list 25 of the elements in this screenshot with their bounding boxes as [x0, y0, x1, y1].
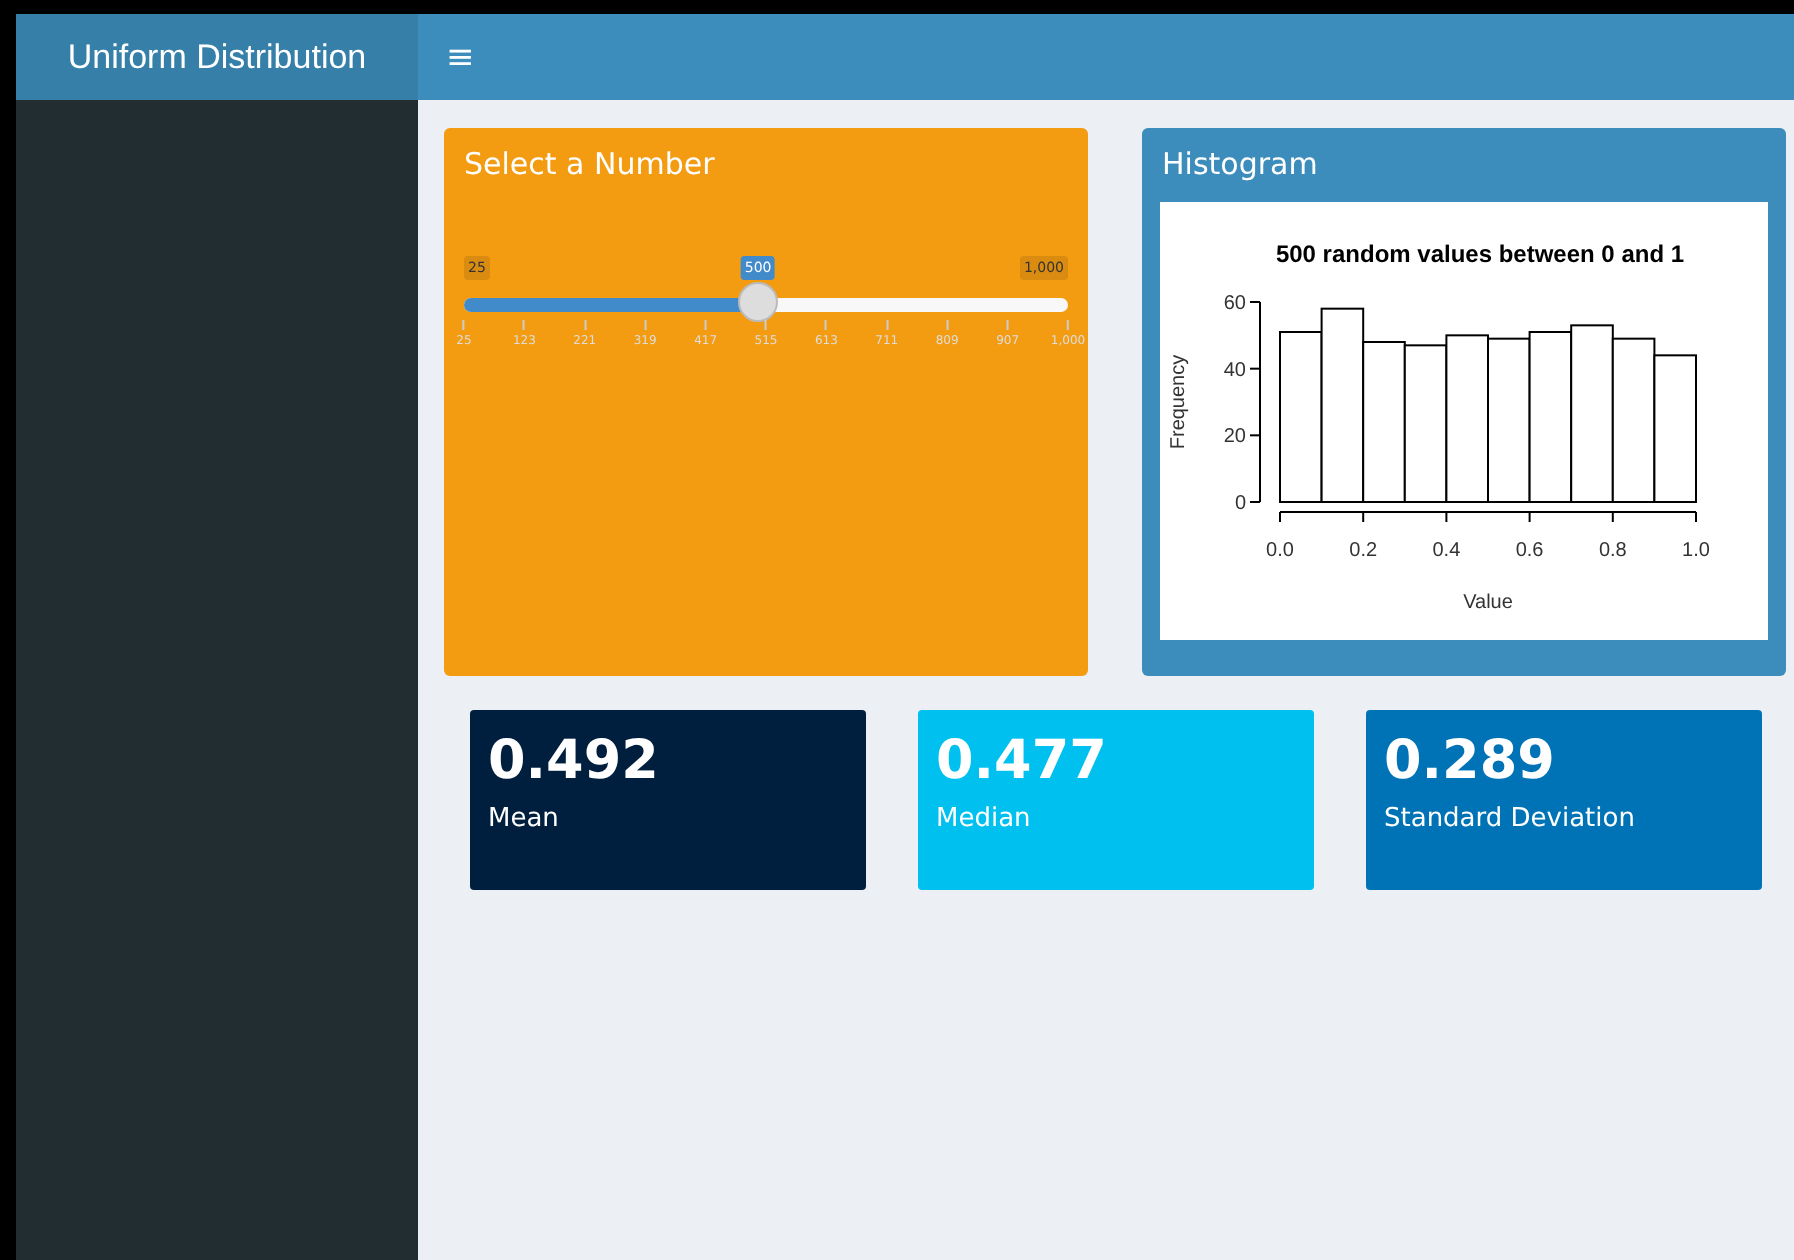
- stat-label: Standard Deviation: [1384, 804, 1637, 834]
- x-tick-label: 0.0: [1266, 540, 1294, 562]
- x-tick-label: 0.6: [1515, 540, 1544, 562]
- x-tick-label: 0.2: [1349, 540, 1378, 562]
- y-tick-label: 0: [1234, 493, 1246, 515]
- x-tick-label: 1.0: [1682, 540, 1710, 562]
- slider-handle[interactable]: [738, 282, 779, 322]
- y-tick-label: 60: [1223, 293, 1246, 315]
- y-axis-label: Frequency: [1168, 354, 1190, 450]
- y-tick-label: 20: [1223, 426, 1246, 449]
- stat-value: 0.289: [1384, 730, 1557, 792]
- stat-label: Mean: [488, 804, 561, 834]
- chart-title: 500 random values between 0 and 1: [1275, 240, 1685, 268]
- menu-button[interactable]: ≡: [422, 37, 499, 77]
- box-title: Select a Number: [462, 144, 717, 186]
- slider-track[interactable]: [464, 298, 1068, 312]
- x-tick-label: 0.8: [1598, 540, 1627, 562]
- stat-value: 0.477: [936, 730, 1109, 792]
- y-tick-label: 40: [1223, 359, 1246, 382]
- x-tick-label: 0.4: [1432, 540, 1461, 562]
- x-axis-label: Value: [1463, 592, 1513, 614]
- stat-label: Median: [936, 804, 1033, 834]
- stat-value: 0.492: [488, 730, 661, 792]
- app-title: Uniform Distribution: [16, 14, 418, 100]
- box-title: Histogram: [1160, 144, 1320, 186]
